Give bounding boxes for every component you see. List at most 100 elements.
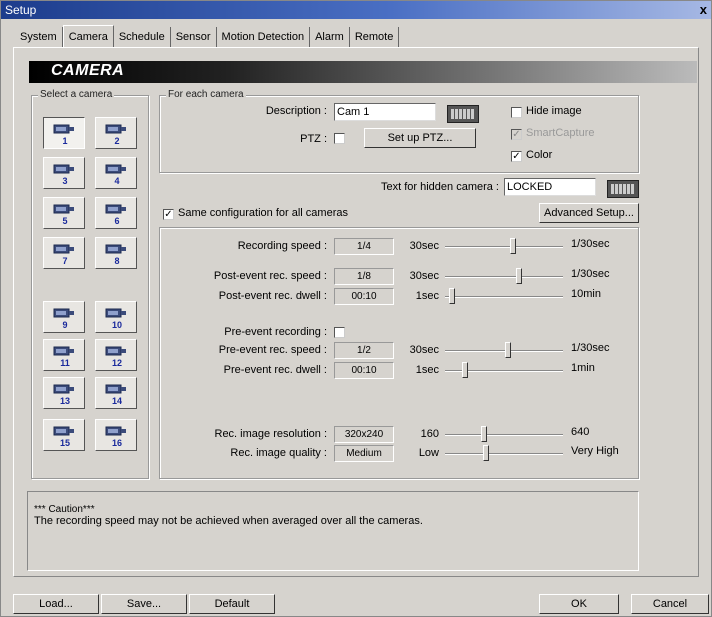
camera-icon xyxy=(105,244,126,254)
camera-button-13[interactable]: 13 xyxy=(43,377,85,409)
color-checkbox[interactable]: ✓ xyxy=(511,151,522,162)
advanced-setup-button[interactable]: Advanced Setup... xyxy=(539,203,639,223)
tab-motion-detection[interactable]: Motion Detection xyxy=(216,27,311,47)
ptz-checkbox[interactable] xyxy=(334,133,345,144)
image-quality-max-label: Very High xyxy=(571,445,619,457)
tab-schedule[interactable]: Schedule xyxy=(113,27,171,47)
camera-icon xyxy=(105,426,126,436)
default-button[interactable]: Default xyxy=(189,594,275,614)
camera-number: 2 xyxy=(114,136,120,146)
post-event-dwell-label: Post-event rec. dwell : xyxy=(218,290,327,302)
post-event-dwell-min-label: 1sec xyxy=(415,290,439,302)
hidden-text-input[interactable]: LOCKED xyxy=(504,178,596,196)
recording-speed-min-label: 30sec xyxy=(409,240,439,252)
keyboard-icon[interactable] xyxy=(447,105,479,123)
caution-title: *** Caution*** xyxy=(34,504,95,515)
camera-button-16[interactable]: 16 xyxy=(95,419,137,451)
camera-button-11[interactable]: 11 xyxy=(43,339,85,371)
color-label: Color xyxy=(526,149,553,161)
camera-button-3[interactable]: 3 xyxy=(43,157,85,189)
pre-event-speed-slider-thumb[interactable] xyxy=(504,342,511,358)
camera-button-10[interactable]: 10 xyxy=(95,301,137,333)
post-event-speed-slider-thumb[interactable] xyxy=(516,268,523,284)
cancel-button[interactable]: Cancel xyxy=(631,594,709,614)
tab-sensor[interactable]: Sensor xyxy=(170,27,217,47)
tab-system[interactable]: System xyxy=(15,27,63,47)
camera-button-15[interactable]: 15 xyxy=(43,419,85,451)
smart-capture-label: SmartCapture xyxy=(526,127,595,139)
camera-icon xyxy=(105,124,126,134)
camera-button-8[interactable]: 8 xyxy=(95,237,137,269)
tab-alarm[interactable]: Alarm xyxy=(310,27,350,47)
post-event-dwell-slider-thumb[interactable] xyxy=(449,288,456,304)
save-button[interactable]: Save... xyxy=(101,594,187,614)
image-resolution-slider-thumb[interactable] xyxy=(480,426,487,442)
smart-capture-checkbox: ✓ xyxy=(511,129,522,140)
camera-number: 10 xyxy=(111,320,122,330)
keyboard-icon-hidden[interactable] xyxy=(607,180,639,198)
description-label: Description : xyxy=(265,105,327,117)
same-config-checkbox[interactable]: ✓ xyxy=(163,209,174,220)
camera-number: 11 xyxy=(60,358,70,368)
camera-button-14[interactable]: 14 xyxy=(95,377,137,409)
pre-event-dwell-slider-thumb[interactable] xyxy=(462,362,469,378)
hide-image-checkbox[interactable] xyxy=(511,107,522,118)
tab-camera[interactable]: Camera xyxy=(62,25,114,48)
setup-ptz-button[interactable]: Set up PTZ... xyxy=(364,128,476,148)
camera-number: 12 xyxy=(111,358,122,368)
recording-speed-label: Recording speed : xyxy=(237,240,327,252)
same-config-label: Same configuration for all cameras xyxy=(178,207,348,219)
camera-number: 8 xyxy=(114,256,120,266)
camera-icon xyxy=(105,346,126,356)
window-title: Setup xyxy=(5,3,37,17)
image-quality-slider-track[interactable] xyxy=(445,453,563,455)
tab-remote[interactable]: Remote xyxy=(349,27,400,47)
camera-button-2[interactable]: 2 xyxy=(95,117,137,149)
camera-icon xyxy=(53,426,74,436)
setup-window: Setup x System Camera Schedule Sensor Mo… xyxy=(0,0,712,617)
post-event-speed-max-label: 1/30sec xyxy=(571,268,610,280)
camera-button-7[interactable]: 7 xyxy=(43,237,85,269)
pre-recording-checkbox[interactable] xyxy=(334,327,345,338)
recording-speed-value: 1/4 xyxy=(334,238,394,255)
camera-button-1[interactable]: 1 xyxy=(43,117,85,149)
camera-number: 9 xyxy=(62,320,68,330)
ptz-label: PTZ : xyxy=(300,133,327,145)
camera-number: 16 xyxy=(111,438,122,448)
image-quality-slider-thumb[interactable] xyxy=(483,445,490,461)
camera-button-5[interactable]: 5 xyxy=(43,197,85,229)
camera-button-6[interactable]: 6 xyxy=(95,197,137,229)
load-button[interactable]: Load... xyxy=(13,594,99,614)
tab-bar: System Camera Schedule Sensor Motion Det… xyxy=(15,25,400,49)
camera-number: 6 xyxy=(114,216,120,226)
hide-image-label: Hide image xyxy=(526,105,582,117)
recording-speed-slider-thumb[interactable] xyxy=(510,238,517,254)
camera-number: 14 xyxy=(111,396,122,406)
camera-icon xyxy=(53,164,74,174)
post-event-speed-slider-track[interactable] xyxy=(445,276,563,278)
camera-icon xyxy=(53,244,74,254)
pre-event-dwell-max-label: 1min xyxy=(571,362,595,374)
post-event-speed-label: Post-event rec. speed : xyxy=(213,270,327,282)
post-event-speed-value: 1/8 xyxy=(334,268,394,285)
camera-icon xyxy=(105,164,126,174)
pre-event-speed-max-label: 1/30sec xyxy=(571,342,610,354)
description-input[interactable]: Cam 1 xyxy=(334,103,436,121)
image-resolution-slider-track[interactable] xyxy=(445,434,563,436)
banner-title: CAMERA xyxy=(51,62,125,79)
camera-button-12[interactable]: 12 xyxy=(95,339,137,371)
close-icon[interactable]: x xyxy=(700,1,707,19)
title-bar: Setup x xyxy=(1,1,711,19)
pre-event-dwell-label: Pre-event rec. dwell : xyxy=(223,364,327,376)
recording-speed-slider-track[interactable] xyxy=(445,246,563,248)
ok-button[interactable]: OK xyxy=(539,594,619,614)
pre-event-speed-label: Pre-event rec. speed : xyxy=(218,344,327,356)
pre-event-dwell-min-label: 1sec xyxy=(415,364,439,376)
camera-icon xyxy=(105,384,126,394)
camera-button-9[interactable]: 9 xyxy=(43,301,85,333)
pre-event-dwell-value: 00:10 xyxy=(334,362,394,379)
camera-icon xyxy=(105,308,126,318)
post-event-dwell-slider-track[interactable] xyxy=(445,296,563,298)
camera-number: 5 xyxy=(62,216,68,226)
camera-button-4[interactable]: 4 xyxy=(95,157,137,189)
